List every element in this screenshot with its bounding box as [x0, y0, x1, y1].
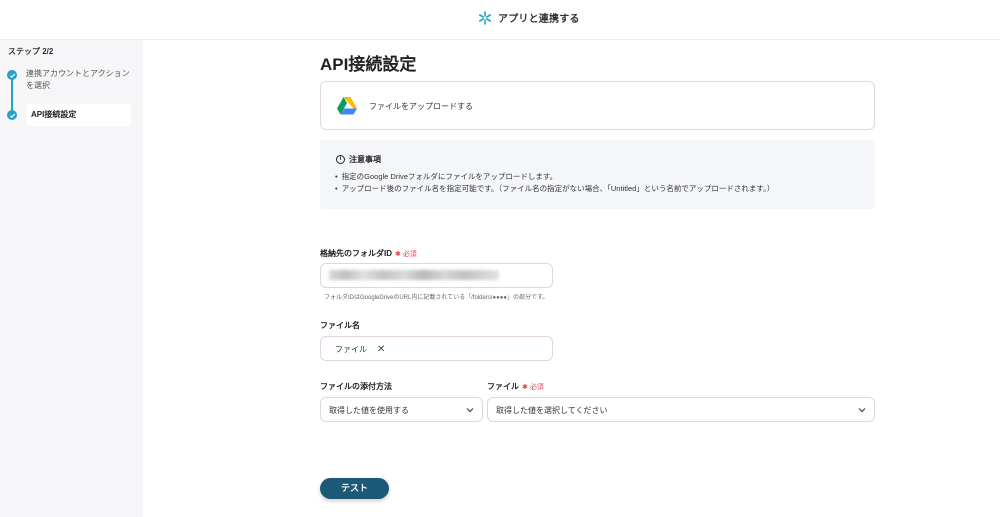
- required-badge: ✱ 必須: [522, 384, 544, 391]
- attach-method-label: ファイルの添付方法: [320, 382, 392, 391]
- required-badge: ✱ 必須: [395, 251, 417, 258]
- step-connector: [11, 75, 13, 115]
- top-header: アプリと連携する: [0, 0, 1000, 40]
- notice-title: 注意事項: [349, 155, 381, 164]
- step-counter: ステップ 2/2: [8, 47, 54, 56]
- step-item-api-settings[interactable]: API接続設定: [26, 104, 131, 126]
- notice-item: 指定のGoogle Driveフォルダにファイルをアップロードします。: [342, 171, 774, 183]
- connect-icon: [478, 10, 491, 25]
- redacted-folder-id: [329, 270, 499, 280]
- step-item-select-action[interactable]: 連携アカウントとアクションを選択: [26, 68, 130, 92]
- folder-id-hint: フォルダIDはGoogleDriveのURL内に記載されている「/folders…: [324, 295, 549, 301]
- folder-id-input[interactable]: [320, 263, 553, 288]
- notice-list: 指定のGoogle Driveフォルダにファイルをアップロードします。 アップロ…: [342, 171, 775, 195]
- file-name-chip: ファイル ✕: [335, 344, 385, 355]
- header-title: アプリと連携する: [498, 14, 580, 25]
- chevron-down-icon: [858, 408, 866, 413]
- file-label: ファイル ✱ 必須: [487, 382, 544, 391]
- info-icon: i: [336, 155, 345, 164]
- file-name-label: ファイル名: [320, 321, 360, 330]
- step-check-icon: [7, 70, 17, 80]
- header-brand: アプリと連携する: [478, 10, 580, 25]
- notice-header: i 注意事項: [336, 154, 381, 165]
- action-name: ファイルをアップロードする: [369, 102, 473, 111]
- step-sidebar: ステップ 2/2 連携アカウントとアクションを選択 API接続設定: [0, 40, 143, 517]
- folder-id-label: 格納先のフォルダID ✱ 必須: [320, 249, 417, 258]
- test-button[interactable]: テスト: [320, 478, 389, 499]
- close-icon[interactable]: ✕: [377, 344, 385, 354]
- chevron-down-icon: [466, 408, 474, 413]
- chip-label: ファイル: [335, 345, 367, 354]
- page-title: API接続設定: [320, 55, 417, 74]
- notice-item: アップロード後のファイル名を指定可能です。（ファイル名の指定がない場合、「Unt…: [342, 183, 775, 195]
- attach-method-value: 取得した値を使用する: [329, 406, 409, 415]
- file-placeholder: 取得した値を選択してください: [496, 406, 608, 415]
- step-check-icon: [7, 110, 17, 120]
- google-drive-icon: [337, 97, 357, 115]
- file-name-input[interactable]: ファイル ✕: [320, 336, 553, 361]
- app-action-card: ファイルをアップロードする: [320, 81, 875, 130]
- notice-box: i 注意事項 指定のGoogle Driveフォルダにファイルをアップロードしま…: [320, 140, 875, 209]
- attach-method-select[interactable]: 取得した値を使用する: [320, 397, 483, 422]
- file-select[interactable]: 取得した値を選択してください: [487, 397, 875, 422]
